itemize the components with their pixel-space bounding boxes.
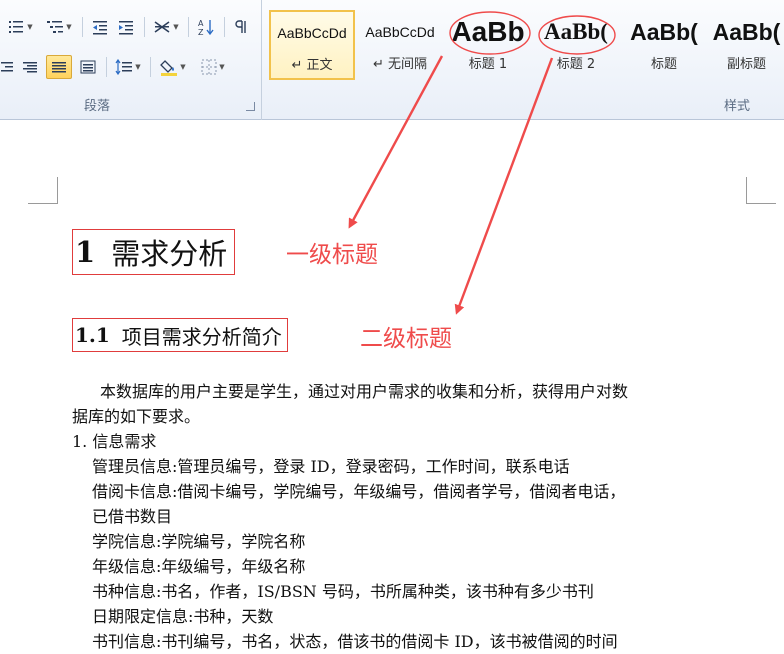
svg-text:A: A (198, 19, 204, 28)
paragraph-line: 据库的如下要求。 (72, 407, 201, 426)
chevron-down-icon: ▼ (173, 23, 179, 31)
style-normal[interactable]: AaBbCcDd ↵ 正文 (269, 10, 355, 80)
list-item: 书刊信息:书刊编号，书名，状态，借该书的借阅卡 ID，该书被借阅的时间 (92, 632, 618, 651)
list-item: 学院信息:学院编号，学院名称 (92, 532, 306, 551)
heading-1-text: 需求分析 (111, 237, 228, 271)
style-preview: AaBb (451, 16, 525, 47)
list-item: 书种信息:书名，作者，IS/BSN 号码，书所属种类，该书种有多少书刊 (92, 582, 594, 601)
heading-2-text: 项目需求分析简介 (121, 324, 282, 349)
heading-2-number: 1.1 (75, 323, 110, 347)
style-title[interactable]: AaBb( 标题 (621, 10, 707, 80)
styles-gallery: AaBbCcDd ↵ 正文 AaBbCcDd ↵ 无间隔 AaBb 标题 1 A… (269, 4, 784, 82)
show-marks-button[interactable] (230, 16, 254, 38)
align-right-alt-button[interactable] (18, 56, 42, 78)
align-right-button[interactable] (0, 56, 14, 78)
list-item: 管理员信息:管理员编号，登录 ID，登录密码，工作时间，联系电话 (92, 457, 570, 476)
justify-button[interactable] (46, 55, 72, 79)
chevron-down-icon: ▼ (27, 23, 33, 31)
body-text[interactable]: 本数据库的用户主要是学生，通过对用户需求的收集和分析，获得用户对数 据库的如下要… (72, 379, 762, 654)
list-item: 日期限定信息:书种，天数 (92, 607, 274, 626)
numbering-icon (46, 19, 64, 35)
style-heading-1[interactable]: AaBb 标题 1 (445, 10, 531, 80)
sort-icon: AZ (197, 18, 215, 36)
svg-text:Z: Z (198, 28, 204, 36)
style-preview: AaBb( (544, 19, 608, 44)
chevron-down-icon: ▼ (180, 63, 186, 71)
chevron-down-icon: ▼ (66, 23, 72, 31)
line-spacing-button[interactable]: ▼ (112, 56, 144, 78)
shading-icon (160, 59, 178, 76)
styles-group: AaBbCcDd ↵ 正文 AaBbCcDd ↵ 无间隔 AaBb 标题 1 A… (263, 0, 784, 120)
increase-indent-button[interactable] (114, 16, 138, 38)
paragraph-group-label: 段落 (84, 99, 111, 114)
align-right-icon (1, 60, 13, 74)
list-heading: 1. 信息需求 (72, 432, 157, 451)
multilevel-list-button[interactable]: ▼ (42, 16, 76, 38)
decrease-indent-button[interactable] (88, 16, 112, 38)
style-name: 标题 2 (556, 57, 596, 72)
bullets-icon (7, 19, 25, 35)
heading-2[interactable]: 1.1 项目需求分析简介 (72, 318, 288, 352)
list-item: 借阅卡信息:借阅卡编号，学院编号，年级编号，借阅者学号，借阅者电话， (92, 482, 626, 501)
decrease-indent-icon (91, 19, 109, 35)
bullets-button[interactable]: ▼ (2, 16, 38, 38)
styles-group-label: 样式 (724, 99, 751, 114)
borders-icon (201, 59, 217, 75)
style-name: ↵ 正文 (291, 58, 333, 73)
style-name: 标题 1 (468, 57, 508, 72)
distributed-button[interactable] (76, 56, 100, 78)
shading-button[interactable]: ▼ (156, 56, 190, 78)
margin-corner-left (28, 177, 58, 204)
list-item: 已借书数目 (92, 507, 173, 526)
heading-1[interactable]: 1 需求分析 (72, 229, 236, 275)
increase-indent-icon (117, 19, 135, 35)
chinese-layout-icon (153, 19, 171, 35)
list-item: 年级信息:年级编号，年级名称 (92, 557, 306, 576)
align-right-icon (22, 60, 38, 74)
style-no-spacing[interactable]: AaBbCcDd ↵ 无间隔 (357, 10, 443, 80)
borders-button[interactable]: ▼ (196, 56, 230, 78)
annotation-level-2: 二级标题 (360, 326, 452, 352)
style-preview: AaBb( (712, 18, 781, 45)
justify-icon (51, 60, 67, 74)
style-name: 副标题 (726, 57, 766, 72)
chevron-down-icon: ▼ (135, 63, 141, 71)
paragraph-dialog-launcher[interactable] (246, 102, 255, 111)
style-preview: AaBb( (630, 18, 698, 45)
chinese-layout-button[interactable]: ▼ (150, 16, 182, 38)
ribbon: ▼ ▼ ▼ AZ ▼ ▼ ▼ 段落 AaBbCcDd ↵ 正文 AaBbCcDd… (0, 0, 784, 120)
style-subtitle[interactable]: AaBb( 副标题 (709, 10, 784, 80)
chevron-down-icon: ▼ (219, 63, 225, 71)
style-heading-2[interactable]: AaBb( 标题 2 (533, 10, 619, 80)
margin-corner-right (746, 177, 776, 204)
annotation-level-1: 一级标题 (286, 242, 378, 268)
line-spacing-icon (115, 59, 133, 75)
paragraph-group: ▼ ▼ ▼ AZ ▼ ▼ ▼ 段落 (0, 0, 262, 120)
style-name: 标题 (650, 57, 677, 72)
heading-1-number: 1 (75, 235, 96, 269)
style-preview: AaBbCcDd (277, 25, 347, 41)
style-preview: AaBbCcDd (365, 24, 435, 40)
paragraph-line: 本数据库的用户主要是学生，通过对用户需求的收集和分析，获得用户对数 (100, 382, 629, 401)
sort-button[interactable]: AZ (194, 16, 218, 38)
document-page[interactable]: 1 需求分析 一级标题 1.1 项目需求分析简介 二级标题 本数据库的用户主要是… (0, 121, 784, 654)
show-marks-icon (234, 19, 250, 35)
align-distributed-icon (80, 60, 96, 74)
style-name: ↵ 无间隔 (372, 57, 428, 72)
